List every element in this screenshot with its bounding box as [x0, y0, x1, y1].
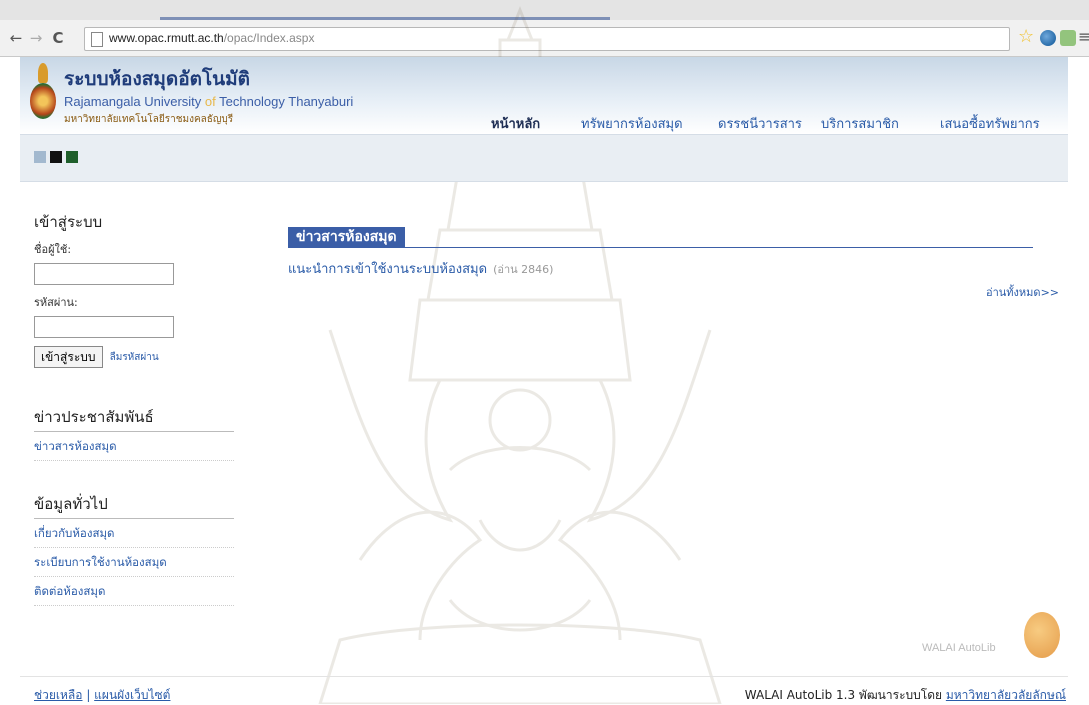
theme-dark-swatch[interactable] — [50, 151, 62, 163]
username-input[interactable] — [34, 263, 174, 285]
sidebar-link-contact[interactable]: ติดต่อห้องสมุด — [34, 577, 234, 606]
footer-credit: WALAI AutoLib 1.3 พัฒนาระบบโดย มหาวิทยาล… — [745, 686, 1066, 705]
univ-en-part-1: Rajamangala University — [64, 94, 205, 109]
url-path: /opac/Index.aspx — [223, 31, 315, 45]
reload-icon[interactable]: C — [48, 28, 68, 48]
pr-panel: ข่าวประชาสัมพันธ์ ข่าวสารห้องสมุด — [34, 405, 234, 461]
page-icon — [91, 32, 103, 47]
univ-en-part-2: Technology Thanyaburi — [215, 94, 354, 109]
footer-credit-text: WALAI AutoLib 1.3 พัฒนาระบบโดย — [744, 688, 946, 702]
url-host: www.opac.rmutt.ac.th — [109, 31, 224, 45]
footer-help-link[interactable]: ช่วยเหลือ — [34, 688, 83, 702]
univ-en-of: of — [204, 94, 216, 109]
forgot-password-link[interactable]: ลืมรหัสผ่าน — [110, 352, 159, 363]
walai-brand-mark: WALAI AutoLib — [922, 612, 1072, 662]
university-name-en: Rajamangala University of Technology Tha… — [64, 94, 353, 109]
news-section-title: ข่าวสารห้องสมุด — [288, 227, 405, 247]
password-label: รหัสผ่าน: — [34, 296, 78, 309]
general-info-heading: ข้อมูลทั่วไป — [34, 492, 234, 519]
password-input[interactable] — [34, 316, 174, 338]
pr-heading: ข่าวประชาสัมพันธ์ — [34, 405, 234, 432]
site-header: ระบบห้องสมุดอัตโนมัติ Rajamangala Univer… — [20, 57, 1068, 138]
university-name-th: มหาวิทยาลัยเทคโนโลยีราชมงคลธัญบุรี — [64, 114, 234, 125]
theme-green-swatch[interactable] — [66, 151, 78, 163]
nav-member-services[interactable]: บริการสมาชิก — [821, 113, 899, 134]
forward-arrow-icon[interactable]: → — [26, 28, 46, 48]
footer-sitemap-link[interactable]: แผนผังเว็บไซต์ — [94, 688, 170, 702]
browser-menu-icon[interactable]: ≡ — [1078, 27, 1089, 46]
login-heading: เข้าสู่ระบบ — [34, 213, 103, 231]
nav-library-resources[interactable]: ทรัพยากรห้องสมุด — [581, 113, 683, 134]
username-label: ชื่อผู้ใช้: — [34, 243, 72, 256]
login-actions: เข้าสู่ระบบ ลืมรหัสผ่าน — [34, 346, 234, 368]
nav-journal-index[interactable]: ดรรชนีวารสาร — [718, 113, 802, 134]
logo-flame-icon — [38, 63, 48, 83]
url-text[interactable]: www.opac.rmutt.ac.th/opac/Index.aspx — [109, 31, 314, 45]
bookmark-star-icon[interactable]: ☆ — [1018, 26, 1034, 47]
news-item-read-count: (อ่าน 2846) — [493, 263, 554, 276]
sidebar-link-about[interactable]: เกี่ยวกับห้องสมุด — [34, 519, 234, 548]
logo-seal-icon — [30, 83, 56, 119]
footer-developer-link[interactable]: มหาวิทยาลัยวลัยลักษณ์ — [946, 688, 1066, 702]
nav-suggest-purchase[interactable]: เสนอซื้อทรัพยากร — [940, 113, 1040, 134]
walai-brand-text: WALAI AutoLib — [922, 642, 996, 654]
university-logo[interactable] — [30, 63, 56, 121]
login-panel: เข้าสู่ระบบ ชื่อผู้ใช้: รหัสผ่าน: เข้าสู… — [34, 210, 234, 368]
sidebar-link-rules[interactable]: ระเบียบการใช้งานห้องสมุด — [34, 548, 234, 577]
back-arrow-icon[interactable]: ← — [6, 28, 26, 48]
footer-links: ช่วยเหลือ | แผนผังเว็บไซต์ — [34, 686, 170, 705]
extension-globe-icon[interactable] — [1040, 30, 1056, 46]
general-info-panel: ข้อมูลทั่วไป เกี่ยวกับห้องสมุด ระเบียบกา… — [34, 492, 234, 606]
login-button[interactable]: เข้าสู่ระบบ — [34, 346, 103, 368]
walai-logo-icon — [1024, 612, 1060, 658]
site-title: ระบบห้องสมุดอัตโนมัติ — [64, 68, 251, 90]
theme-light-swatch[interactable] — [34, 151, 46, 163]
address-bar[interactable]: www.opac.rmutt.ac.th/opac/Index.aspx — [84, 27, 1010, 51]
news-item-title[interactable]: แนะนำการเข้าใช้งานระบบห้องสมุด — [288, 262, 487, 277]
read-all-link[interactable]: อ่านทั้งหมด>> — [986, 283, 1059, 301]
news-item[interactable]: แนะนำการเข้าใช้งานระบบห้องสมุด (อ่าน 2846… — [288, 258, 553, 279]
site-footer: ช่วยเหลือ | แผนผังเว็บไซต์ WALAI AutoLib… — [20, 676, 1068, 705]
sidebar-link-library-news[interactable]: ข่าวสารห้องสมุด — [34, 432, 234, 461]
news-section-header: ข่าวสารห้องสมุด — [288, 227, 1033, 248]
tab-strip — [0, 0, 1089, 20]
theme-switcher-bar — [20, 134, 1068, 182]
footer-separator: | — [82, 688, 95, 702]
extension-icon[interactable] — [1060, 30, 1076, 46]
